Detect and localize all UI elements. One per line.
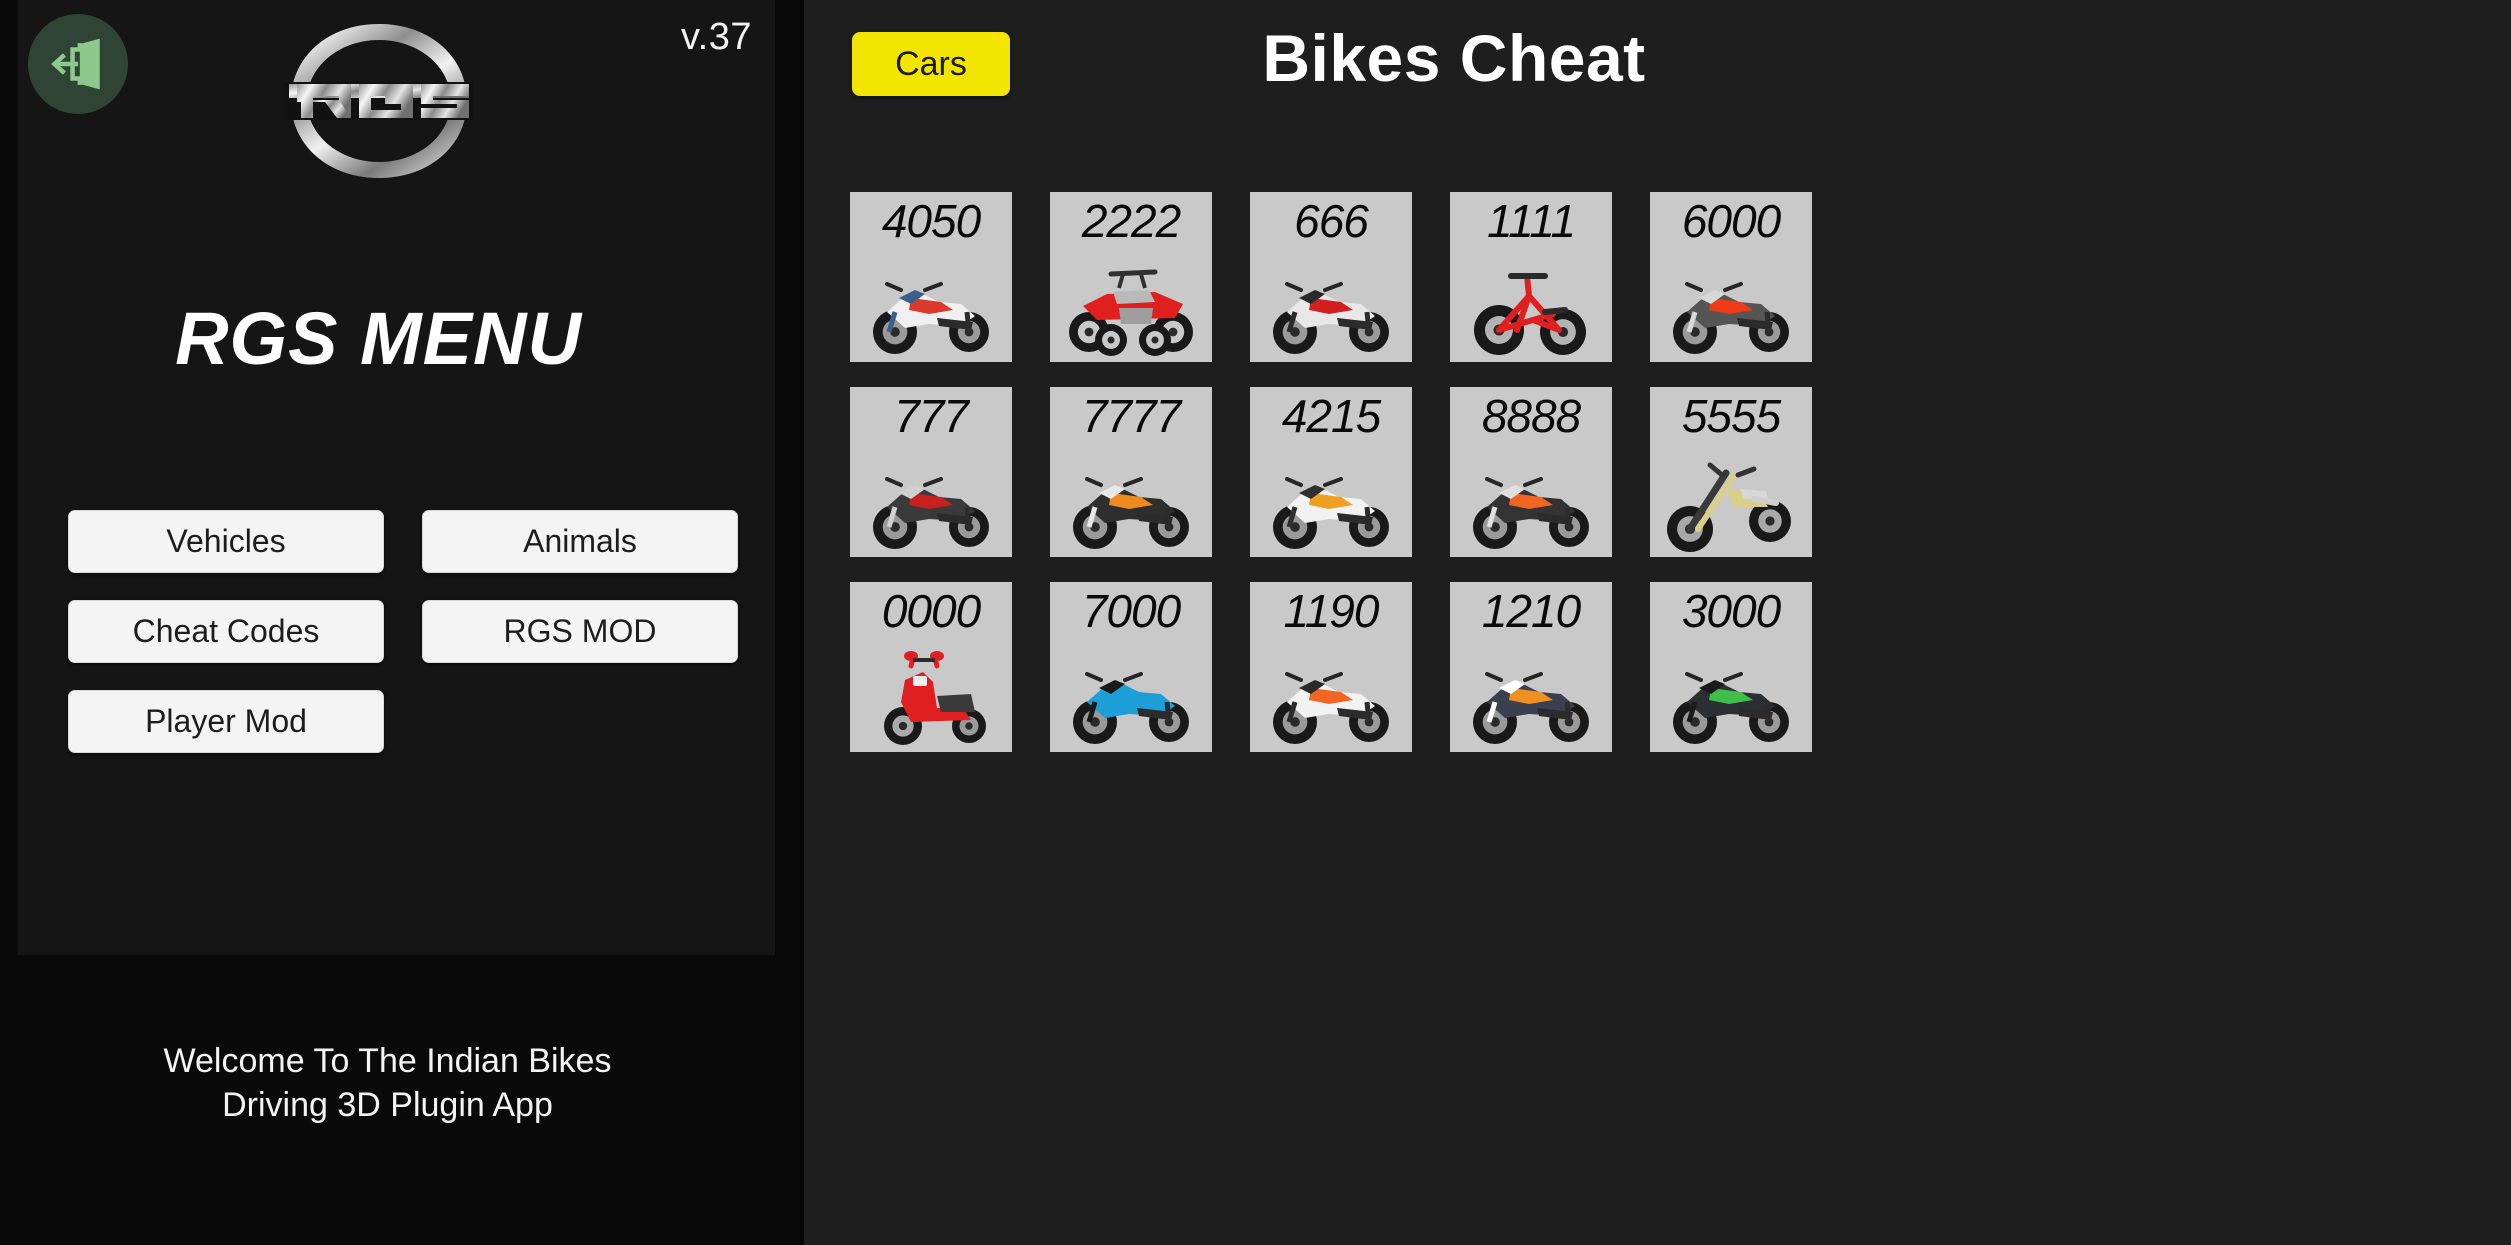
bike-cheat-card[interactable]: 4215 xyxy=(1250,387,1412,557)
scooter-red-icon xyxy=(850,638,1012,750)
bike-cheat-card[interactable]: 6000 xyxy=(1650,192,1812,362)
sidebar-item-rgs-mod[interactable]: RGS MOD xyxy=(422,600,738,663)
bike-cheat-code: 8888 xyxy=(1481,390,1581,442)
rc-orange-black-icon xyxy=(1450,638,1612,750)
bike-cheat-card[interactable]: 4050 xyxy=(850,192,1012,362)
sport-bike-white-icon xyxy=(850,248,1012,360)
bike-cheat-code: 4050 xyxy=(881,195,981,247)
bike-cheat-code: 7000 xyxy=(1081,585,1181,637)
concept-bike-red-icon xyxy=(1650,248,1812,360)
bike-cheat-code: 777 xyxy=(894,390,969,442)
sidebar-item-cheat-codes[interactable]: Cheat Codes xyxy=(68,600,384,663)
bmx-bicycle-red-icon xyxy=(1450,248,1612,360)
bike-cheat-card[interactable]: 2222 xyxy=(1050,192,1212,362)
main-header: Cars Bikes Cheat xyxy=(804,0,2511,180)
sidebar: v.37 RGS MENU Vehicles Animals Cheat Cod… xyxy=(0,0,800,1245)
bike-cheat-card[interactable]: 8888 xyxy=(1450,387,1612,557)
duke-orange-icon xyxy=(1050,443,1212,555)
bike-cheat-code: 6000 xyxy=(1681,195,1781,247)
bike-cheat-code: 5555 xyxy=(1681,390,1781,442)
sidebar-item-vehicles[interactable]: Vehicles xyxy=(68,510,384,573)
supermoto-white-icon xyxy=(1250,443,1412,555)
bike-cheat-card[interactable]: 7777 xyxy=(1050,387,1212,557)
bike-cheat-card[interactable]: 777 xyxy=(850,387,1012,557)
bike-cheat-code: 2222 xyxy=(1081,195,1181,247)
bike-cheat-card[interactable]: 1210 xyxy=(1450,582,1612,752)
naked-bike-white-icon xyxy=(1250,248,1412,360)
bike-cheat-card[interactable]: 1111 xyxy=(1450,192,1612,362)
sidebar-menu: Vehicles Animals Cheat Codes RGS MOD Pla… xyxy=(68,510,738,753)
bike-cheat-code: 1210 xyxy=(1481,585,1581,637)
sidebar-item-animals[interactable]: Animals xyxy=(422,510,738,573)
welcome-message: Welcome To The Indian Bikes Driving 3D P… xyxy=(0,1040,775,1127)
version-label: v.37 xyxy=(680,16,752,58)
exit-button[interactable] xyxy=(28,14,128,114)
hayabusa-blue-icon xyxy=(1050,638,1212,750)
welcome-line-1: Welcome To The Indian Bikes xyxy=(163,1042,612,1080)
main-content: Cars Bikes Cheat 4050 2222 666 1111 6000… xyxy=(800,0,2511,1245)
bike-cheat-card[interactable]: 5555 xyxy=(1650,387,1812,557)
cruiser-black-icon xyxy=(850,443,1012,555)
bike-cheat-card[interactable]: 666 xyxy=(1250,192,1412,362)
bike-cheat-code: 1190 xyxy=(1283,585,1380,637)
chopper-gold-icon xyxy=(1650,443,1812,555)
bikes-cheat-grid: 4050 2222 666 1111 6000 777 7777 4215 88… xyxy=(850,192,2470,752)
bike-cheat-code: 0000 xyxy=(881,585,981,637)
page-title: RGS MENU xyxy=(175,297,582,380)
bike-cheat-code: 666 xyxy=(1294,195,1369,247)
sidebar-item-player-mod[interactable]: Player Mod xyxy=(68,690,384,753)
quad-atv-red-icon xyxy=(1050,248,1212,360)
cheat-page-title: Bikes Cheat xyxy=(1262,21,1646,95)
bike-cheat-card[interactable]: 0000 xyxy=(850,582,1012,752)
ninja-h2-dark-icon xyxy=(1650,638,1812,750)
rc8-white-orange-icon xyxy=(1250,638,1412,750)
bike-cheat-card[interactable]: 7000 xyxy=(1050,582,1212,752)
welcome-line-2: Driving 3D Plugin App xyxy=(222,1085,553,1124)
bike-cheat-card[interactable]: 3000 xyxy=(1650,582,1812,752)
duke-orange-big-icon xyxy=(1450,443,1612,555)
bike-cheat-code: 3000 xyxy=(1681,585,1781,637)
bike-cheat-code: 7777 xyxy=(1081,390,1181,442)
bike-cheat-code: 4215 xyxy=(1281,390,1381,442)
bike-cheat-code: 1111 xyxy=(1486,195,1576,247)
exit-door-arrow-icon xyxy=(49,35,107,93)
bike-cheat-card[interactable]: 1190 xyxy=(1250,582,1412,752)
